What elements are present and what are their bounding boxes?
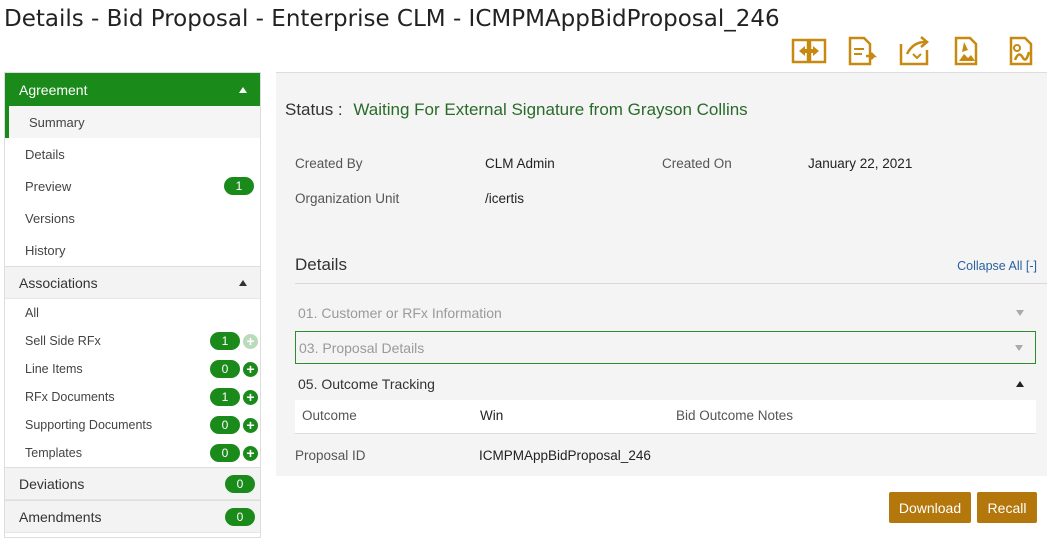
proposal-id-value: ICMPMAppBidProposal_246 <box>479 448 651 463</box>
send-button[interactable] <box>897 34 933 68</box>
sidebar-item-label: History <box>25 242 66 258</box>
add-icon[interactable]: + <box>243 417 258 433</box>
add-icon[interactable]: + <box>243 389 258 405</box>
sidebar-item-label: RFx Documents <box>25 390 115 404</box>
section-label: 03. Proposal Details <box>299 339 425 356</box>
sidebar: Agreement Summary Details Preview 1 Vers… <box>4 72 261 538</box>
count-badge: 0 <box>210 444 240 462</box>
count-badge: 1 <box>224 177 254 195</box>
sidebar-item-label: Line Items <box>25 362 83 376</box>
count-badge: 1 <box>210 388 240 406</box>
created-on-label: Created On <box>662 156 732 171</box>
download-button[interactable]: Download <box>889 492 971 523</box>
count-badge: 1 <box>210 332 240 350</box>
created-on-value: January 22, 2021 <box>808 156 913 171</box>
count-badge: 0 <box>210 416 240 434</box>
sidebar-item-history[interactable]: History <box>5 234 260 266</box>
sidebar-item-label: Sell Side RFx <box>25 334 101 348</box>
outcome-label: Outcome <box>302 408 357 423</box>
sidebar-section-deviations[interactable]: Deviations 0 <box>5 467 260 500</box>
sidebar-item-details[interactable]: Details <box>5 138 260 170</box>
org-unit-value: /icertis <box>485 191 525 206</box>
count-badge: 0 <box>210 360 240 378</box>
status-label: Status : <box>285 100 343 119</box>
section-label: 05. Outcome Tracking <box>298 375 435 392</box>
sidebar-item-summary[interactable]: Summary <box>5 106 260 138</box>
sidebar-item-label: Supporting Documents <box>25 418 153 432</box>
recall-button[interactable]: Recall <box>977 492 1037 523</box>
sidebar-item-line-items[interactable]: Line Items 0 + <box>5 355 260 383</box>
caret-up-icon <box>239 279 247 286</box>
sidebar-item-sell-side-rfx[interactable]: Sell Side RFx 1 + <box>5 327 260 355</box>
divider <box>295 283 1047 284</box>
sidebar-section-amendments[interactable]: Amendments 0 <box>5 500 260 533</box>
created-by-value: CLM Admin <box>485 156 555 171</box>
sidebar-section-associations[interactable]: Associations <box>5 266 260 299</box>
sidebar-item-label: All <box>25 306 39 320</box>
sidebar-section-label: Amendments <box>19 508 102 525</box>
outcome-value: Win <box>480 408 504 423</box>
status-value: Waiting For External Signature from Gray… <box>353 100 748 119</box>
send-icon <box>899 36 929 66</box>
details-heading: Details <box>295 255 347 274</box>
sidebar-item-label: Versions <box>25 210 75 226</box>
count-badge: 0 <box>225 474 255 493</box>
chevron-down-icon <box>1016 309 1024 316</box>
add-icon[interactable]: + <box>243 445 258 461</box>
sidebar-section-label: Agreement <box>19 81 88 98</box>
details-panel: Status : Waiting For External Signature … <box>276 72 1047 476</box>
document-sign-icon <box>1009 36 1033 66</box>
collapse-all-link[interactable]: Collapse All [-] <box>957 259 1037 273</box>
add-icon[interactable]: + <box>243 361 258 377</box>
compare-icon <box>791 38 827 64</box>
sidebar-item-rfx-documents[interactable]: RFx Documents 1 + <box>5 383 260 411</box>
image-edit-icon <box>954 36 978 66</box>
document-sign-button[interactable] <box>1003 34 1039 68</box>
sidebar-item-label: Templates <box>25 446 82 460</box>
created-by-label: Created By <box>295 156 363 171</box>
chevron-up-icon <box>1016 380 1024 387</box>
sidebar-item-preview[interactable]: Preview 1 <box>5 170 260 202</box>
status-line: Status : Waiting For External Signature … <box>285 100 748 120</box>
add-icon[interactable]: + <box>243 333 258 349</box>
outcome-row: Outcome Win Bid Outcome Notes <box>295 400 1036 434</box>
sidebar-item-all[interactable]: All <box>5 299 260 327</box>
compare-button[interactable] <box>791 34 827 68</box>
sidebar-section-label: Deviations <box>19 475 85 492</box>
assign-button[interactable] <box>844 34 880 68</box>
image-edit-button[interactable] <box>950 34 986 68</box>
toolbar <box>791 34 1039 68</box>
sidebar-item-label: Preview <box>25 178 72 194</box>
section-label: 01. Customer or RFx Information <box>298 304 502 321</box>
proposal-id-label: Proposal ID <box>295 448 366 463</box>
sidebar-section-agreement[interactable]: Agreement <box>5 73 260 106</box>
sidebar-section-label: Associations <box>19 274 98 291</box>
page-title: Details - Bid Proposal - Enterprise CLM … <box>4 6 780 32</box>
sidebar-item-label: Details <box>25 146 65 162</box>
section-outcome-tracking[interactable]: 05. Outcome Tracking <box>295 367 1036 400</box>
sidebar-item-versions[interactable]: Versions <box>5 202 260 234</box>
count-badge: 0 <box>225 507 255 526</box>
org-unit-label: Organization Unit <box>295 191 400 206</box>
caret-up-icon <box>239 86 247 93</box>
section-customer-rfx-information[interactable]: 01. Customer or RFx Information <box>295 296 1036 329</box>
sidebar-item-label: Summary <box>29 114 85 130</box>
bid-outcome-notes-label: Bid Outcome Notes <box>676 408 794 423</box>
sidebar-item-templates[interactable]: Templates 0 + <box>5 439 260 467</box>
assign-icon <box>848 36 878 66</box>
sidebar-item-supporting-documents[interactable]: Supporting Documents 0 + <box>5 411 260 439</box>
section-proposal-details[interactable]: 03. Proposal Details <box>295 331 1036 364</box>
chevron-down-icon <box>1015 344 1023 351</box>
